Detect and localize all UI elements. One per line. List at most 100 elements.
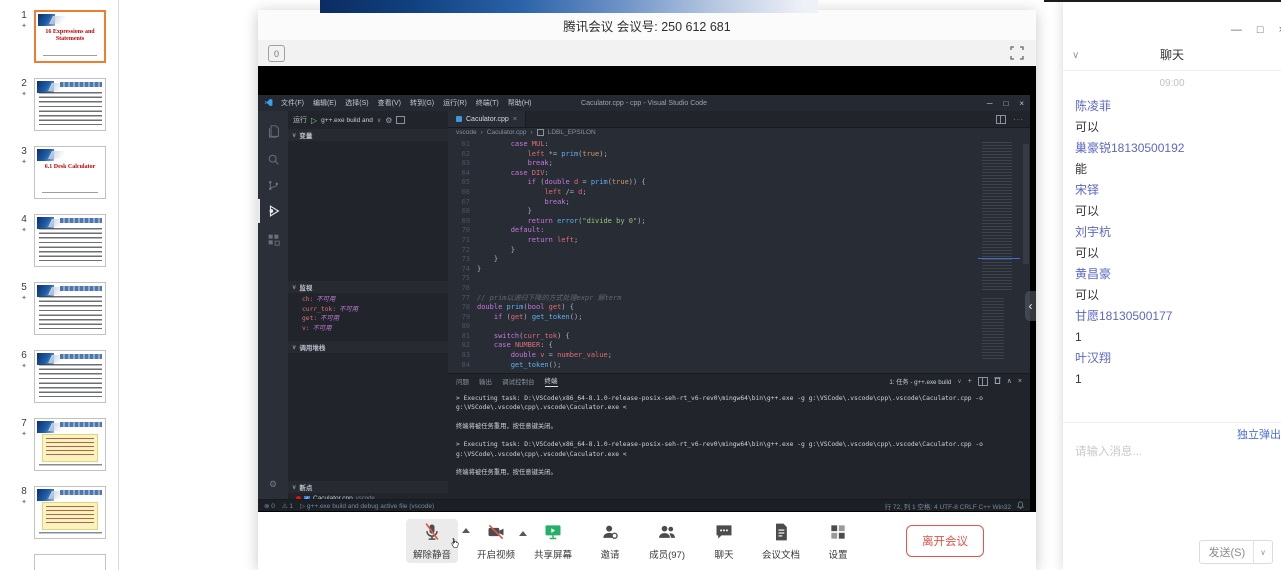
slide-thumbnail[interactable] <box>34 214 106 267</box>
docs-button[interactable]: 会议文档 <box>762 522 800 561</box>
vscode-menu-item[interactable]: 帮助(H) <box>508 98 532 108</box>
chat-sender-name[interactable]: 黄昌豪 <box>1075 264 1275 285</box>
watch-item[interactable]: v:不可用 <box>288 324 448 334</box>
vscode-menu-item[interactable]: 终端(T) <box>476 98 499 108</box>
explorer-icon[interactable] <box>258 119 288 143</box>
options-caret-icon[interactable] <box>519 531 527 536</box>
slide-list-item[interactable]: 5✦ <box>14 282 106 335</box>
panel-tab[interactable]: 调试控制台 <box>502 376 535 386</box>
settings-button[interactable]: 设置 <box>819 522 857 561</box>
slide-list-item[interactable]: 6✦ <box>14 350 106 403</box>
minimize-icon[interactable]: — <box>1231 24 1242 36</box>
vscode-menu-item[interactable]: 查看(V) <box>378 98 401 108</box>
slide-thumbnail[interactable] <box>34 350 106 403</box>
watch-item[interactable]: get:不可用 <box>288 314 448 324</box>
debug-gear-icon[interactable]: ⚙ <box>385 116 392 125</box>
minimap[interactable] <box>978 140 1020 370</box>
debug-config-select[interactable]: g++.exe build and <box>321 117 373 124</box>
close-panel-icon[interactable]: × <box>1018 378 1022 385</box>
slide-thumbnail[interactable] <box>34 486 106 539</box>
slide-thumbnail[interactable]: 6.1 Desk Calculator <box>34 146 106 199</box>
section-breakpoints[interactable]: ∨ 断点 <box>288 481 448 493</box>
slide-thumbnail[interactable] <box>34 418 106 471</box>
close-icon[interactable]: × <box>1019 99 1024 108</box>
vscode-menu-item[interactable]: 文件(F) <box>281 98 304 108</box>
kill-terminal-icon[interactable] <box>994 376 1001 386</box>
members-button[interactable]: 成员(97) <box>648 522 686 561</box>
status-task[interactable]: ▷ g++.exe build and debug active file (v… <box>300 502 434 510</box>
message-input[interactable]: 请输入消息... <box>1075 443 1142 459</box>
section-variables[interactable]: ∨ 变量 <box>288 129 448 141</box>
breadcrumb[interactable]: vscode›Caculator.cpp›LDBL_EPSILON <box>448 127 1030 138</box>
maximize-icon[interactable]: □ <box>1257 24 1264 36</box>
minimize-icon[interactable]: ─ <box>987 99 993 108</box>
mic-button[interactable]: 解除静音 <box>406 519 458 563</box>
split-editor-icon[interactable] <box>996 115 1006 124</box>
chat-button[interactable]: 聊天 <box>705 522 743 561</box>
chat-message-list[interactable]: 陈凌菲可以巢豪锐18130500192能宋铎可以刘宇杭可以黄昌豪可以甘愿1813… <box>1075 96 1275 390</box>
extensions-icon[interactable] <box>258 227 288 251</box>
chat-sender-name[interactable]: 宋铎 <box>1075 180 1275 201</box>
section-watch[interactable]: ∨ 监视 <box>288 281 448 293</box>
send-button[interactable]: 发送(S) ∨ <box>1199 540 1273 564</box>
terminal-output[interactable]: > Executing task: D:\VSCode\x86_64-8.1.0… <box>448 388 1030 478</box>
panel-tab[interactable]: 问题 <box>456 376 469 386</box>
slide-list-item[interactable]: 3✦6.1 Desk Calculator <box>14 146 106 199</box>
split-terminal-icon[interactable] <box>978 377 988 386</box>
slide-list-item[interactable]: 1✦16 Expressions and Statements <box>14 10 106 63</box>
slide-thumbnail[interactable]: 16 Expressions and Statements <box>34 10 106 63</box>
panel-tab[interactable]: 终端 <box>545 375 558 387</box>
tab-caculator-cpp[interactable]: Caculator.cpp × <box>448 111 526 127</box>
breadcrumb-item[interactable]: Caculator.cpp <box>487 129 527 136</box>
meeting-titlebar[interactable]: 腾讯会议 会议号: 250 612 681 <box>258 10 1036 41</box>
collapse-share-chevron[interactable]: ‹ <box>1025 291 1036 321</box>
terminal-select[interactable]: 1: 任务 - g++.exe build <box>889 377 951 386</box>
vscode-menu-item[interactable]: 转到(G) <box>410 98 434 108</box>
fullscreen-icon[interactable] <box>1010 46 1024 60</box>
slide-thumbnail[interactable] <box>34 282 106 335</box>
notifications-bell-icon[interactable] <box>1017 501 1024 511</box>
slide-list-item[interactable]: 7✦ <box>14 418 106 471</box>
tab-close-icon[interactable]: × <box>513 116 517 123</box>
status-editor-info[interactable]: 行 72, 列 1 空格: 4 UTF-8 CRLF C++ Win32 <box>885 501 1011 511</box>
chat-sender-name[interactable]: 叶汉翔 <box>1075 348 1275 369</box>
slide-thumbnail[interactable] <box>34 554 106 570</box>
debug-run-bar[interactable]: 运行 ▷ g++.exe build and ∨ ⚙ <box>288 111 448 129</box>
panel-tab[interactable]: 输出 <box>479 376 492 386</box>
more-actions-icon[interactable]: ··· <box>1013 115 1024 124</box>
options-caret-icon[interactable] <box>462 528 470 533</box>
search-icon[interactable] <box>258 147 288 171</box>
slide-list-item[interactable] <box>14 554 106 570</box>
breadcrumb-item[interactable]: vscode <box>456 129 477 136</box>
annotation-count-badge[interactable]: 0 <box>268 45 285 62</box>
maximize-panel-icon[interactable]: ∧ <box>1007 377 1012 385</box>
watch-item[interactable]: curr_tok:不可用 <box>288 305 448 315</box>
slide-list-item[interactable]: 8✦ <box>14 486 106 539</box>
chat-sender-name[interactable]: 陈凌菲 <box>1075 96 1275 117</box>
watch-item[interactable]: ch:不可用 <box>288 295 448 305</box>
chat-sender-name[interactable]: 巢豪锐18130500192 <box>1075 138 1275 159</box>
source-control-icon[interactable] <box>258 173 288 197</box>
new-terminal-icon[interactable]: + <box>968 378 972 385</box>
breadcrumb-item[interactable]: LDBL_EPSILON <box>548 129 596 136</box>
debug-views-icon[interactable] <box>396 116 405 124</box>
start-debug-icon[interactable]: ▷ <box>311 116 317 125</box>
slide-list-item[interactable]: 2✦ <box>14 78 106 131</box>
status-errors[interactable]: ⊗ 0 <box>264 502 275 510</box>
chat-sender-name[interactable]: 刘宇杭 <box>1075 222 1275 243</box>
vscode-menu-item[interactable]: 选择(S) <box>345 98 368 108</box>
send-options-caret[interactable]: ∨ <box>1254 545 1272 560</box>
run-debug-icon[interactable] <box>258 199 288 223</box>
section-call-stack[interactable]: ∨ 调用堆栈 <box>288 341 448 353</box>
share-button[interactable]: 共享屏幕 <box>534 522 572 561</box>
slide-thumbnail[interactable] <box>34 78 106 131</box>
slide-list-item[interactable]: 4✦ <box>14 214 106 267</box>
chat-sender-name[interactable]: 甘愿18130500177 <box>1075 306 1275 327</box>
invite-button[interactable]: 邀请 <box>591 522 629 561</box>
leave-meeting-button[interactable]: 离开会议 <box>906 525 984 557</box>
chevron-down-icon[interactable]: ∨ <box>1072 50 1079 61</box>
status-warnings[interactable]: ⚠ 1 <box>282 502 293 510</box>
camera-button[interactable]: 开启视频 <box>477 522 515 561</box>
vscode-menu-item[interactable]: 运行(R) <box>443 98 467 108</box>
code-editor[interactable]: 61 case MUL:62 left *= prim(true);63 bre… <box>448 140 1012 370</box>
